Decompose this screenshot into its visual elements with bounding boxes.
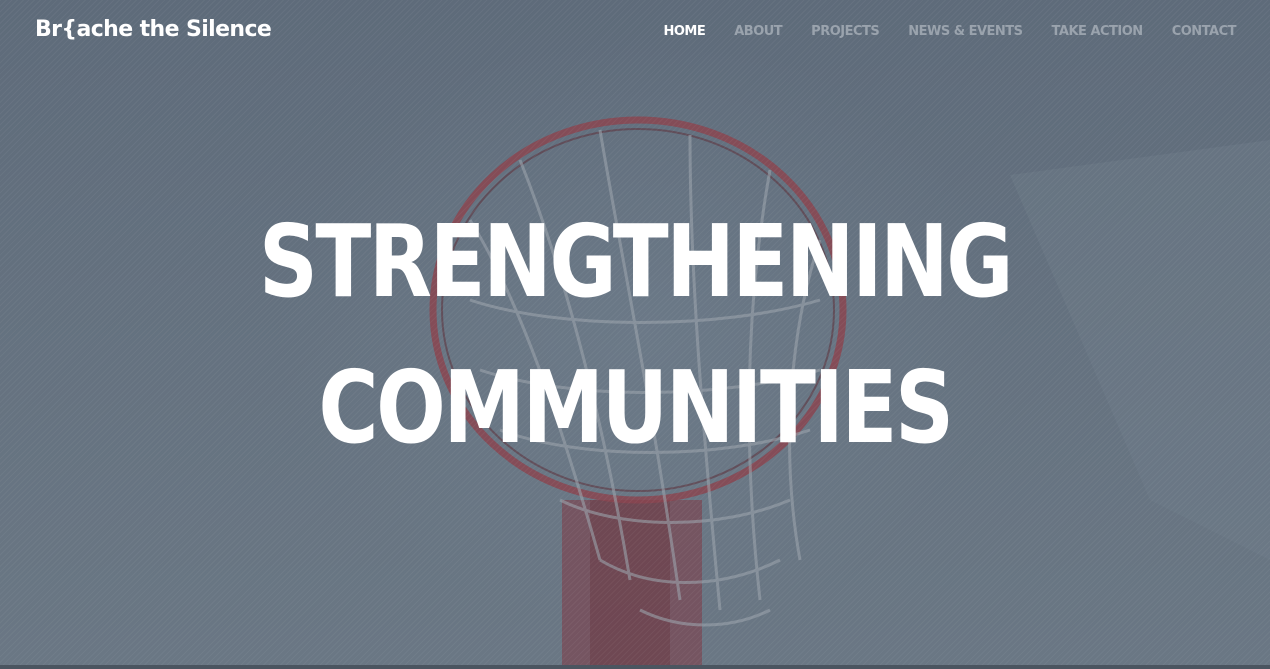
top-navbar: Br{ache the Silence HOME ABOUT PROJECTS … xyxy=(0,0,1270,64)
nav-item-take-action[interactable]: TAKE ACTION xyxy=(1052,24,1144,39)
main-nav: HOME ABOUT PROJECTS NEWS & EVENTS TAKE A… xyxy=(663,24,1236,39)
nav-item-about[interactable]: ABOUT xyxy=(734,24,782,39)
hero-section: Br{ache the Silence HOME ABOUT PROJECTS … xyxy=(0,0,1270,669)
nav-item-news-events[interactable]: NEWS & EVENTS xyxy=(908,24,1023,39)
hero-headline-line-1: STRENGTHENING xyxy=(258,203,1014,321)
nav-item-contact[interactable]: CONTACT xyxy=(1172,24,1237,39)
hero-headline: STRENGTHENING COMMUNITIES xyxy=(0,189,1270,481)
hero-headline-line-2: COMMUNITIES xyxy=(318,349,954,467)
nav-item-projects[interactable]: PROJECTS xyxy=(811,24,880,39)
nav-item-home[interactable]: HOME xyxy=(663,24,705,39)
section-divider xyxy=(0,665,1270,669)
brand-logo[interactable]: Br{ache the Silence xyxy=(35,17,272,42)
